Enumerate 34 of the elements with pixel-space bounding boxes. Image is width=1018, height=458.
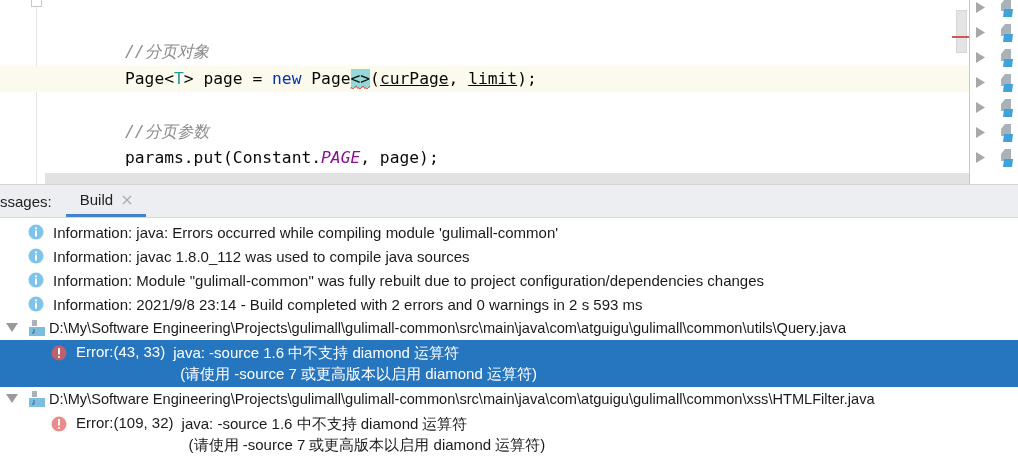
info-message: Information: java: Errors occurred while compiling module 'gulimall-common' [53, 223, 559, 241]
expand-arrow-icon[interactable] [975, 77, 986, 88]
error-icon [51, 416, 67, 432]
expand-arrow-icon[interactable] [975, 27, 986, 38]
scrollbar[interactable] [956, 10, 967, 53]
code-line: params.put(Constant.PAGE, page); [125, 148, 439, 167]
file-path[interactable]: D:\My\Software Engineering\Projects\gulimall\gulimall-common\src\main\java\com\atguigu\gulimall\common\utils\Query.java [49, 320, 846, 336]
code-line: Page<T> page = new Page<>(curPage, limit); [125, 68, 537, 88]
code-line: //分页参数 [125, 121, 209, 141]
close-icon[interactable] [122, 194, 133, 205]
error-icon [51, 345, 67, 361]
info-message: Information: 2021/9/8 23:14 - Build completed with 2 errors and 0 warnings in 2 s 593 ms [53, 295, 643, 313]
expand-arrow-icon[interactable] [6, 394, 18, 404]
info-icon [28, 296, 44, 312]
panel-label: ssages: [0, 192, 52, 212]
info-message: Information: javac 1.8.0_112 was used to compile java sources [53, 247, 470, 265]
expand-arrow-icon[interactable] [975, 52, 986, 63]
info-icon [28, 272, 44, 288]
expand-arrow-icon[interactable] [975, 102, 986, 113]
java-file-icon [28, 390, 46, 408]
code-line: //分页对象 [125, 42, 209, 61]
error-item[interactable]: Error:(109, 32) java: -source 1.6 中不支持 diamond 运算符 (请使用 -source 7 或更高版本以启用 diamond 运算符) [0, 411, 1018, 458]
scrollbar[interactable] [45, 173, 969, 184]
info-icon [28, 248, 44, 264]
build-tab[interactable]: Build [65, 185, 147, 217]
error-item[interactable]: Error:(43, 33) java: -source 1.6 中不支持 diamond 运算符 (请使用 -source 7 或更高版本以启用 diamond 运算符) [0, 340, 1018, 387]
expand-arrow-icon[interactable] [975, 127, 986, 138]
info-message: Information: Module "gulimall-common" was fully rebuilt due to project configuration/dependencies changes [53, 271, 765, 289]
expand-arrow-icon[interactable] [975, 2, 986, 13]
file-path[interactable]: D:\My\Software Engineering\Projects\gulimall\gulimall-common\src\main\java\com\atguigu\gulimall\common\xss\HTMLFilter.java [49, 391, 875, 407]
java-file-icon [28, 319, 46, 337]
expand-arrow-icon[interactable] [975, 152, 986, 163]
info-icon [28, 224, 44, 240]
expand-arrow-icon[interactable] [6, 323, 18, 333]
